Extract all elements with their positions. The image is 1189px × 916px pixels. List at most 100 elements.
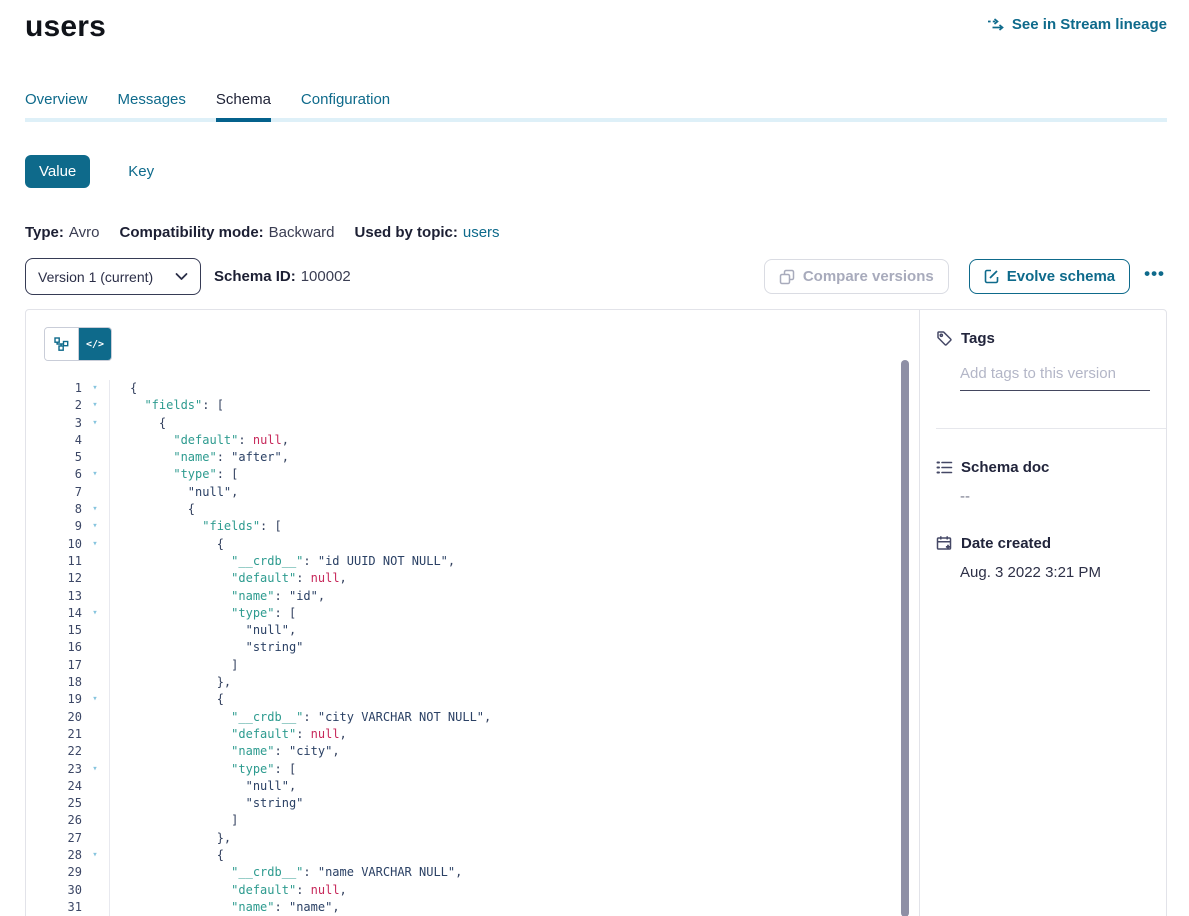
code-line: 26 ]	[44, 812, 919, 829]
code-text: "__crdb__": "id UUID NOT NULL",	[110, 553, 455, 570]
code-line: 1▾{	[44, 380, 919, 397]
line-number: 20	[44, 709, 82, 726]
schema-doc-heading: Schema doc	[936, 459, 1150, 476]
line-number: 25	[44, 795, 82, 812]
code-gutter: 18	[44, 674, 110, 691]
used-by-topic: Used by topic:users	[355, 224, 500, 241]
schema-type-label: Type:	[25, 224, 64, 241]
line-number: 14	[44, 605, 82, 622]
tab-configuration[interactable]: Configuration	[301, 91, 390, 122]
code-line: 7 "null",	[44, 484, 919, 501]
schema-panel: </> 1▾{2▾ "fields": [3▾ {4 "default": nu…	[25, 309, 1167, 916]
compare-versions-button[interactable]: Compare versions	[764, 259, 949, 294]
code-gutter: 17	[44, 657, 110, 674]
code-text: "name": "city",	[110, 743, 340, 760]
fold-toggle-icon[interactable]: ▾	[82, 415, 108, 432]
fold-toggle-icon	[82, 639, 108, 656]
schema-type-value: Avro	[69, 224, 100, 241]
code-text: {	[110, 847, 224, 864]
more-actions-button[interactable]: •••	[1142, 261, 1167, 292]
line-number: 10	[44, 536, 82, 553]
evolve-schema-button[interactable]: Evolve schema	[969, 259, 1130, 294]
fold-toggle-icon[interactable]: ▾	[82, 466, 108, 483]
code-line: 12 "default": null,	[44, 570, 919, 587]
code-line: 29 "__crdb__": "name VARCHAR NULL",	[44, 864, 919, 881]
schema-type: Type: Avro	[25, 224, 99, 241]
code-line: 31 "name": "name",	[44, 899, 919, 916]
date-created-value: Aug. 3 2022 3:21 PM	[960, 564, 1150, 581]
code-text: "name": "id",	[110, 588, 325, 605]
fold-toggle-icon[interactable]: ▾	[82, 397, 108, 414]
topic-link[interactable]: users	[463, 224, 500, 241]
line-number: 8	[44, 501, 82, 518]
version-bar: Version 1 (current) Schema ID:100002 Com…	[25, 258, 1167, 295]
fold-toggle-icon[interactable]: ▾	[82, 691, 108, 708]
code-line: 2▾ "fields": [	[44, 397, 919, 414]
tab-schema[interactable]: Schema	[216, 91, 271, 122]
code-gutter: 20	[44, 709, 110, 726]
fold-toggle-icon[interactable]: ▾	[82, 501, 108, 518]
fold-toggle-icon[interactable]: ▾	[82, 518, 108, 535]
tree-view-icon	[54, 337, 69, 351]
code-text: "type": [	[110, 605, 296, 622]
code-text: "default": null,	[110, 432, 289, 449]
code-gutter: 28▾	[44, 847, 110, 864]
value-key-toggle: Value Key	[25, 155, 1189, 188]
line-number: 29	[44, 864, 82, 881]
tab-overview[interactable]: Overview	[25, 91, 88, 122]
line-number: 28	[44, 847, 82, 864]
code-view-button[interactable]: </>	[78, 328, 111, 360]
add-tags-input[interactable]	[960, 363, 1150, 391]
line-number: 18	[44, 674, 82, 691]
code-text: {	[110, 501, 195, 518]
code-gutter: 25	[44, 795, 110, 812]
compare-versions-icon	[779, 269, 795, 285]
tab-messages[interactable]: Messages	[118, 91, 186, 122]
code-scrollbar[interactable]	[901, 360, 909, 916]
page-header: users See in Stream lineage	[0, 0, 1189, 44]
fold-toggle-icon	[82, 899, 108, 916]
line-number: 24	[44, 778, 82, 795]
code-text: "type": [	[110, 466, 238, 483]
compare-versions-label: Compare versions	[803, 268, 934, 285]
line-number: 30	[44, 882, 82, 899]
stream-lineage-link[interactable]: See in Stream lineage	[987, 16, 1167, 33]
date-created-section: Date created Aug. 3 2022 3:21 PM	[936, 535, 1150, 581]
code-gutter: 21	[44, 726, 110, 743]
key-toggle-button[interactable]: Key	[114, 155, 168, 188]
code-text: ]	[110, 812, 238, 829]
tree-view-button[interactable]	[45, 328, 78, 360]
code-text: "__crdb__": "name VARCHAR NULL",	[110, 864, 462, 881]
code-text: "default": null,	[110, 882, 347, 899]
line-number: 31	[44, 899, 82, 916]
code-gutter: 29	[44, 864, 110, 881]
fold-toggle-icon[interactable]: ▾	[82, 380, 108, 397]
evolve-schema-label: Evolve schema	[1007, 268, 1115, 285]
code-text: "type": [	[110, 761, 296, 778]
compatibility-mode: Compatibility mode:Backward	[119, 224, 334, 241]
fold-toggle-icon	[82, 588, 108, 605]
value-toggle-button[interactable]: Value	[25, 155, 90, 188]
line-number: 17	[44, 657, 82, 674]
code-gutter: 26	[44, 812, 110, 829]
code-gutter: 22	[44, 743, 110, 760]
code-line: 6▾ "type": [	[44, 466, 919, 483]
fold-toggle-icon	[82, 830, 108, 847]
code-text: "fields": [	[110, 397, 224, 414]
fold-toggle-icon	[82, 726, 108, 743]
fold-toggle-icon[interactable]: ▾	[82, 605, 108, 622]
evolve-schema-icon	[984, 269, 999, 284]
schema-doc-title: Schema doc	[961, 459, 1049, 476]
fold-toggle-icon[interactable]: ▾	[82, 536, 108, 553]
code-text: "null",	[110, 778, 296, 795]
fold-toggle-icon[interactable]: ▾	[82, 847, 108, 864]
tab-bar: Overview Messages Schema Configuration	[25, 91, 1167, 122]
version-select[interactable]: Version 1 (current)	[25, 258, 201, 295]
fold-toggle-icon[interactable]: ▾	[82, 761, 108, 778]
code-gutter: 14▾	[44, 605, 110, 622]
code-line: 9▾ "fields": [	[44, 518, 919, 535]
line-number: 2	[44, 397, 82, 414]
code-gutter: 7	[44, 484, 110, 501]
code-line: 23▾ "type": [	[44, 761, 919, 778]
fold-toggle-icon	[82, 778, 108, 795]
